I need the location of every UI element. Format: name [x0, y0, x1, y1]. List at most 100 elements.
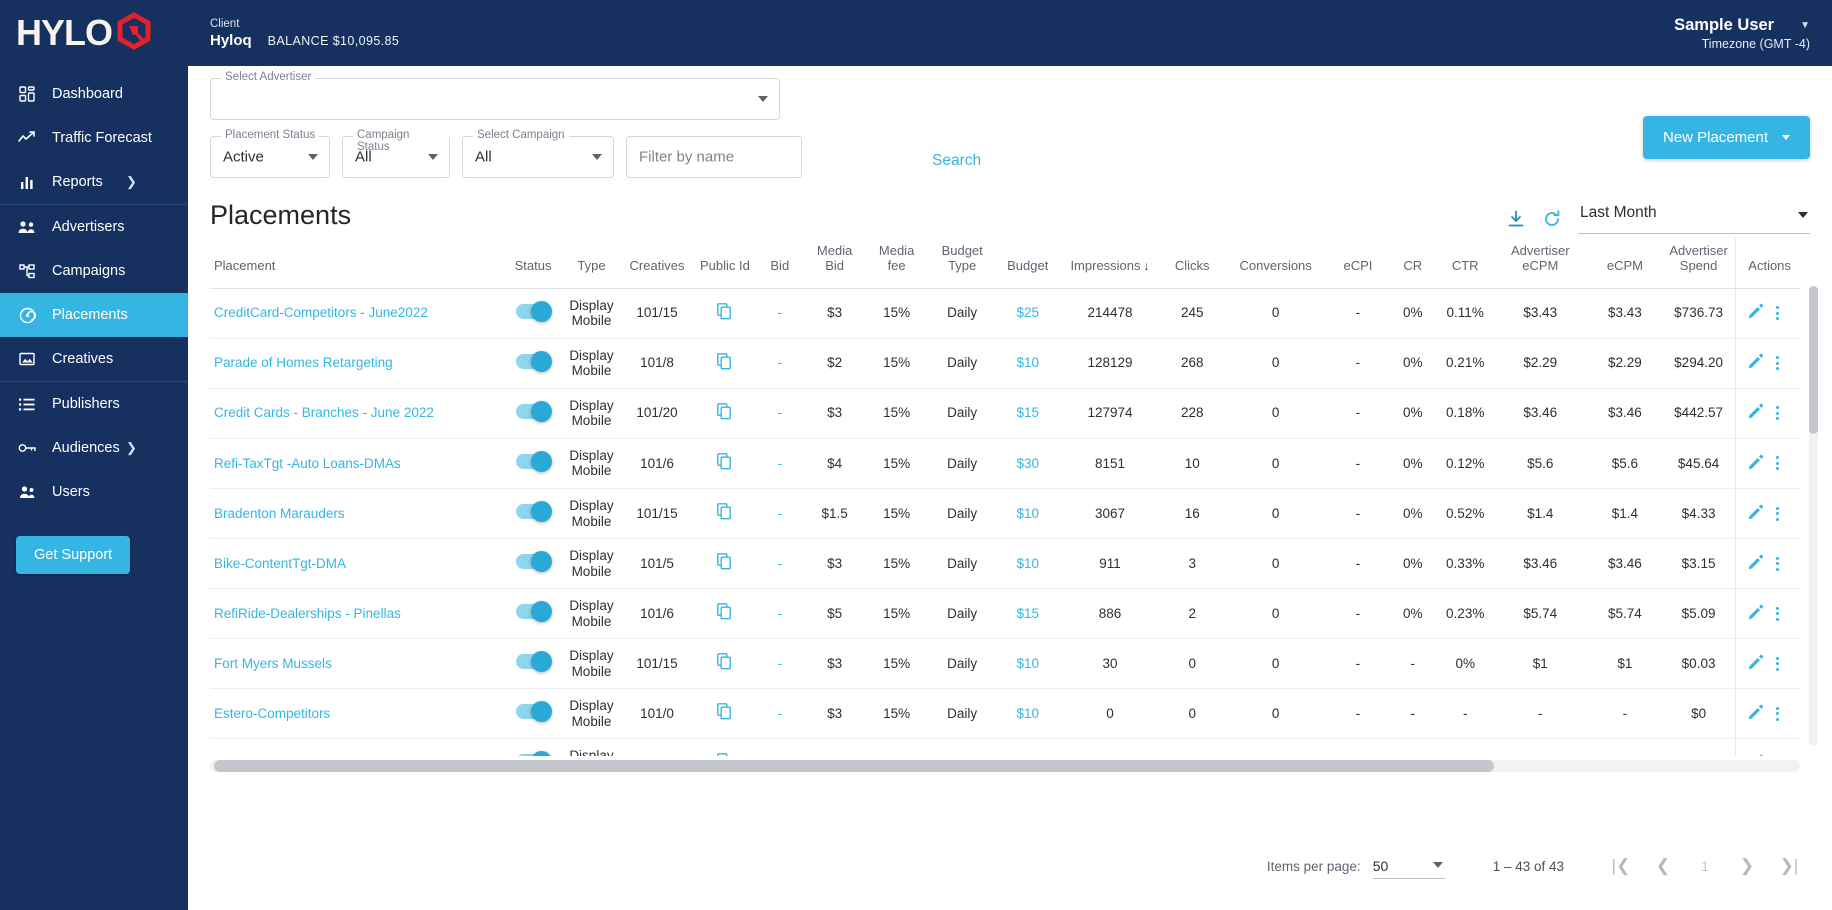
edit-icon[interactable]	[1748, 654, 1764, 674]
copy-public-id-icon[interactable]	[717, 453, 732, 474]
placement-name-link[interactable]: Estero-Competitors	[214, 706, 330, 721]
status-toggle[interactable]	[516, 300, 553, 322]
table-horizontal-scrollbar[interactable]	[210, 760, 1800, 772]
sidebar-item-traffic-forecast[interactable]: Traffic Forecast	[0, 116, 188, 160]
budget-value[interactable]: $30	[1016, 456, 1039, 471]
status-toggle[interactable]	[516, 751, 553, 756]
col-budget[interactable]: Budget	[996, 238, 1059, 289]
col-creatives[interactable]: Creatives	[620, 238, 694, 289]
bid-value[interactable]: -	[778, 305, 783, 320]
more-options-icon[interactable]	[1776, 554, 1780, 573]
status-toggle[interactable]	[516, 400, 553, 422]
sidebar-item-publishers[interactable]: Publishers	[0, 382, 188, 426]
edit-icon[interactable]	[1748, 353, 1764, 373]
budget-value[interactable]: $10	[1016, 656, 1039, 671]
placement-name-link[interactable]: CreditCard-Competitors - June2022	[214, 305, 428, 320]
placement-name-link[interactable]: Fort Myers Mussels	[214, 656, 332, 671]
col-type[interactable]: Type	[562, 238, 621, 289]
col-ctr[interactable]: CTR	[1437, 238, 1493, 289]
col-advertiser-ecpm[interactable]: Advertiser eCPM	[1492, 238, 1588, 289]
col-conversions[interactable]: Conversions	[1223, 238, 1329, 289]
sidebar-item-advertisers[interactable]: Advertisers	[0, 205, 188, 249]
chevron-down-icon[interactable]	[1782, 135, 1790, 140]
chevron-down-icon[interactable]	[592, 154, 602, 160]
edit-icon[interactable]	[1748, 754, 1764, 756]
placement-name-link[interactable]: Bradenton Marauders	[214, 506, 345, 521]
copy-public-id-icon[interactable]	[717, 353, 732, 374]
table-row[interactable]: Bradenton Marauders Display Mobile 101/15 - $…	[210, 488, 1800, 540]
col-media-fee[interactable]: Media fee	[865, 238, 928, 289]
chevron-down-icon[interactable]	[1432, 862, 1443, 868]
copy-public-id-icon[interactable]	[717, 703, 732, 724]
status-toggle[interactable]	[516, 601, 553, 623]
select-campaign-dropdown[interactable]: Select Campaign All	[462, 129, 614, 178]
copy-public-id-icon[interactable]	[717, 503, 732, 524]
get-support-button[interactable]: Get Support	[16, 536, 131, 574]
edit-icon[interactable]	[1748, 504, 1764, 524]
sidebar-item-audiences[interactable]: Audiences ❯	[0, 426, 188, 470]
status-toggle[interactable]	[516, 451, 553, 473]
placement-status-dropdown[interactable]: Placement Status Active	[210, 129, 330, 178]
status-toggle[interactable]	[516, 501, 553, 523]
app-logo[interactable]: HYLO	[0, 0, 188, 66]
copy-public-id-icon[interactable]	[717, 303, 732, 324]
more-options-icon[interactable]	[1776, 604, 1780, 623]
edit-icon[interactable]	[1748, 554, 1764, 574]
copy-public-id-icon[interactable]	[717, 603, 732, 624]
table-row[interactable]: Credit Cards - Branches - June 2022 Displ…	[210, 388, 1800, 439]
items-per-page-dropdown[interactable]: 50	[1372, 853, 1445, 879]
placement-name-link[interactable]: RefiRide-Dealerships - Pinellas	[214, 606, 401, 621]
sidebar-item-users[interactable]: Users	[0, 470, 188, 514]
col-ecpm[interactable]: eCPM	[1587, 238, 1662, 289]
col-media-bid[interactable]: Media Bid	[803, 238, 866, 289]
budget-value[interactable]: $25	[1016, 305, 1039, 320]
budget-value[interactable]: $15	[1016, 405, 1039, 420]
budget-value[interactable]: $10	[1016, 556, 1039, 571]
chevron-down-icon[interactable]	[1798, 212, 1808, 218]
edit-icon[interactable]	[1748, 704, 1764, 724]
scroll-thumb[interactable]	[1809, 286, 1818, 434]
bid-value[interactable]: -	[778, 355, 783, 370]
table-vertical-scrollbar[interactable]	[1809, 286, 1818, 746]
col-advertiser-spend[interactable]: Advertiser Spend	[1661, 238, 1736, 289]
copy-public-id-icon[interactable]	[717, 653, 732, 674]
placement-name-link[interactable]: Credit Cards - Branches - June 2022	[214, 405, 434, 420]
select-advertiser-dropdown[interactable]: Select Advertiser	[210, 71, 780, 120]
table-row[interactable]: CreditCard-Competitors - June2022 Display…	[210, 288, 1800, 339]
copy-public-id-icon[interactable]	[717, 403, 732, 424]
col-cr[interactable]: CR	[1387, 238, 1438, 289]
budget-value[interactable]: $10	[1016, 355, 1039, 370]
table-row[interactable]: Estero-Competitors Display Mobile 101/0 - $3 1…	[210, 688, 1800, 740]
col-impressions[interactable]: Impressions ↓	[1058, 238, 1162, 289]
status-toggle[interactable]	[516, 701, 553, 723]
bid-value[interactable]: -	[778, 656, 783, 671]
col-budget-type[interactable]: Budget Type	[927, 238, 997, 289]
sidebar-item-creatives[interactable]: Creatives	[0, 337, 188, 381]
status-toggle[interactable]	[516, 551, 553, 573]
more-options-icon[interactable]	[1776, 704, 1780, 723]
placement-name-link[interactable]: Parade of Homes Retargeting	[214, 355, 393, 370]
col-ecpi[interactable]: eCPI	[1328, 238, 1388, 289]
new-placement-button[interactable]: New Placement	[1642, 116, 1810, 159]
col-placement[interactable]: Placement	[210, 238, 504, 289]
next-page-icon[interactable]: ❯	[1726, 848, 1768, 884]
prev-page-icon[interactable]: ❮	[1642, 848, 1684, 884]
bid-value[interactable]: -	[778, 706, 783, 721]
more-options-icon[interactable]	[1776, 404, 1780, 423]
col-clicks[interactable]: Clicks	[1161, 238, 1224, 289]
more-options-icon[interactable]	[1776, 304, 1780, 323]
table-row[interactable]: Bike-ContentTgt-DMA Display Mobile 101/5 - $3…	[210, 538, 1800, 590]
table-row[interactable]: Refi-TaxTgt -Auto Loans-DMAs Display Mobil…	[210, 438, 1800, 490]
copy-public-id-icon[interactable]	[717, 553, 732, 574]
edit-icon[interactable]	[1748, 303, 1764, 323]
edit-icon[interactable]	[1748, 454, 1764, 474]
edit-icon[interactable]	[1748, 604, 1764, 624]
status-toggle[interactable]	[516, 350, 553, 372]
bid-value[interactable]: -	[778, 606, 783, 621]
user-menu[interactable]: Sample User ▼ Timezone (GMT -4)	[1674, 0, 1810, 66]
first-page-icon[interactable]: |❮	[1600, 848, 1642, 884]
bid-value[interactable]: -	[778, 506, 783, 521]
more-options-icon[interactable]	[1776, 354, 1780, 373]
sidebar-item-dashboard[interactable]: Dashboard	[0, 72, 188, 116]
col-bid[interactable]: Bid	[755, 238, 804, 289]
